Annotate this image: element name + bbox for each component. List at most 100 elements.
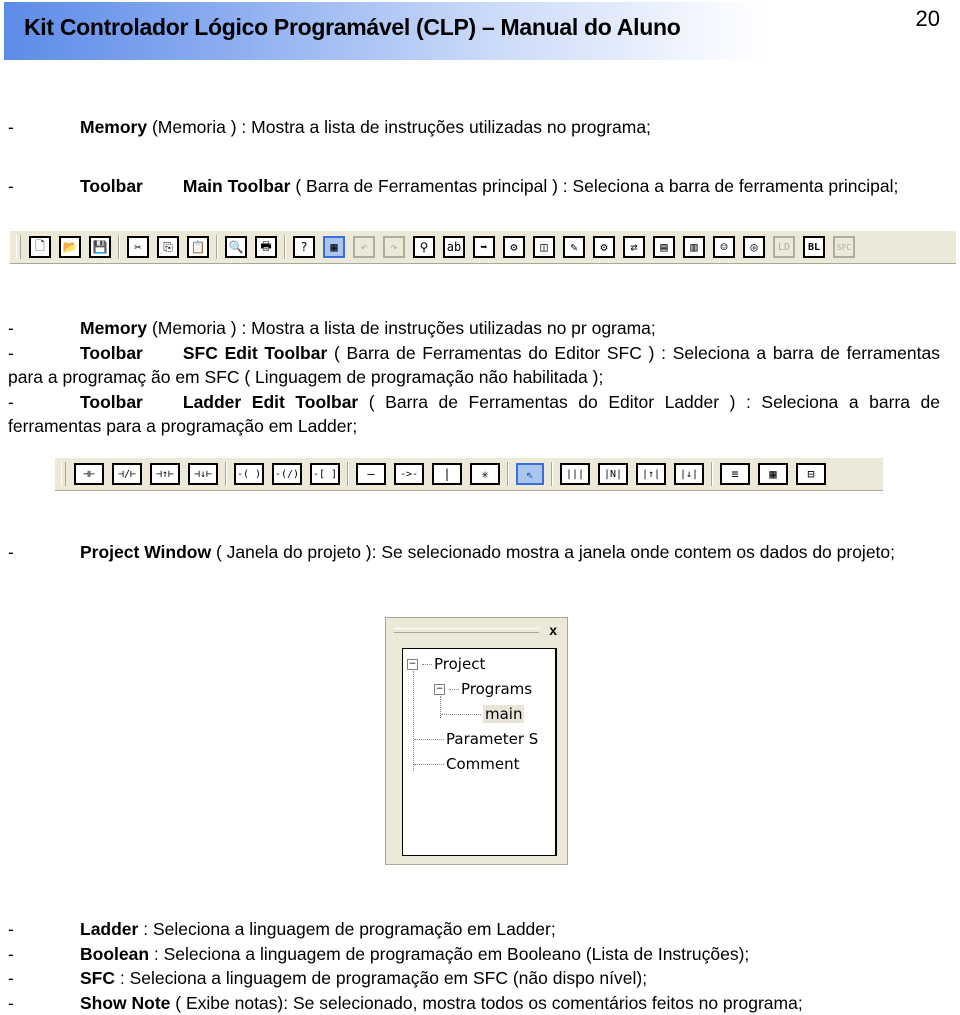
tree-node-main[interactable]: main [441,705,524,723]
panel-grip[interactable] [394,628,539,633]
description: (Memoria ) : Mostra a lista de instruçõe… [147,318,656,338]
term: Ladder [80,919,138,939]
project-view-icon[interactable]: ▦ [323,236,345,258]
description: (Memoria ) : Mostra a lista de instruçõe… [147,117,651,137]
vertical-line-icon[interactable]: | [432,463,462,485]
monitor-icon[interactable]: ▤ [653,236,675,258]
insert-rung-icon[interactable]: ≡ [720,463,750,485]
subterm: SFC Edit Toolbar [183,343,327,363]
print-icon[interactable]: 🖶 [255,236,277,258]
item-group-toolbars: -Memory (Memoria ) : Mostra a lista de i… [8,316,940,439]
boolean-mode-button[interactable]: BL [803,236,825,258]
description: ( Janela do projeto ): Se selecionado mo… [211,542,895,562]
collapse-icon[interactable]: − [434,684,445,695]
bullet-dash: - [8,390,80,415]
panel-titlebar[interactable]: x [386,618,567,646]
find-icon[interactable]: ⚲ [413,236,435,258]
description: : Seleciona a linguagem de programação e… [149,944,749,964]
toolbar-grip[interactable] [16,235,21,259]
bullet-dash: - [8,341,80,366]
replace-icon[interactable]: ab [443,236,465,258]
term: Project Window [80,542,211,562]
tree-node-parameter[interactable]: Parameter S [414,730,538,748]
io-monitor-icon[interactable]: ▥ [683,236,705,258]
toolbar-grip[interactable] [61,462,66,486]
item-sfc: -SFC : Seleciona a linguagem de programa… [8,966,940,991]
bullet-dash: - [8,316,80,341]
cut-icon[interactable]: ✂ [127,236,149,258]
negative-edge-contact-icon[interactable]: ⊣↓⊢ [188,463,218,485]
item-main-toolbar: -ToolbarMain Toolbar ( Barra de Ferramen… [8,174,940,199]
item-show-note: -Show Note ( Exibe notas): Se selecionad… [8,991,940,1015]
description: : Seleciona a linguagem de programação e… [115,968,647,988]
tree-label: Programs [461,680,532,698]
redo-icon[interactable]: ↷ [383,236,405,258]
output-coil-icon[interactable]: -( ) [234,463,264,485]
description: ( Barra de Ferramentas do Editor SFC ) :… [8,343,940,388]
toolbar-separator [216,235,218,259]
goto-arrow-icon[interactable]: ➡ [473,236,495,258]
new-file-icon[interactable]: 🗋 [29,236,51,258]
item-boolean: -Boolean : Seleciona a linguagem de prog… [8,942,940,967]
open-folder-icon[interactable]: 📂 [59,236,81,258]
normally-closed-contact-icon[interactable]: ⊣/⊢ [112,463,142,485]
normally-open-contact-icon[interactable]: ⊣⊢ [74,463,104,485]
parallel-nc-contact-icon[interactable]: |N| [598,463,628,485]
tree-label: main [483,705,524,723]
tree-label: Comment [446,755,520,773]
item-sfc-toolbar: -ToolbarSFC Edit Toolbar ( Barra de Ferr… [8,341,940,390]
subterm: Ladder Edit Toolbar [183,392,358,412]
toolbar-separator [118,235,120,259]
project-tree: −Project − Programs main Parameter S Comm… [402,648,557,856]
tree-node-programs[interactable]: − Programs [434,680,532,698]
copy-icon[interactable]: ⎘ [157,236,179,258]
insert-row-icon[interactable]: ▦ [758,463,788,485]
description: : Seleciona a linguagem de programação e… [138,919,555,939]
diagnose-icon[interactable]: ◎ [743,236,765,258]
term: Show Note [80,993,170,1013]
undo-icon[interactable]: ↶ [353,236,375,258]
tree-node-project[interactable]: −Project [407,655,485,673]
collapse-icon[interactable]: − [407,659,418,670]
term: Toolbar [80,392,143,412]
delete-vertical-line-icon[interactable]: ✳ [470,463,500,485]
help-icon[interactable]: ? [293,236,315,258]
bullet-dash: - [8,540,80,565]
delete-horizontal-line-icon[interactable]: ->- [394,463,424,485]
item-ladder: -Ladder : Seleciona a linguagem de progr… [8,917,940,942]
project-window-panel: x −Project − Programs main Parameter S Co… [385,617,568,865]
negated-coil-icon[interactable]: -(/) [272,463,302,485]
positive-edge-contact-icon[interactable]: ⊣↑⊢ [150,463,180,485]
delete-row-icon[interactable]: ⊟ [796,463,826,485]
horizontal-line-icon[interactable]: — [356,463,386,485]
communication-icon[interactable]: ⚙ [503,236,525,258]
sfc-mode-button[interactable]: SFC [833,236,855,258]
main-toolbar: 🗋 📂 💾 ✂ ⎘ 📋 🔍 🖶 ? ▦ ↶ ↷ ⚲ ab ➡ ⚙ ◫ ✎ ⚙ ⇄… [10,231,956,264]
function-block-icon[interactable]: -[ ] [310,463,340,485]
subterm: Main Toolbar [183,176,291,196]
toolbar-separator [711,462,713,486]
document-title: Kit Controlador Lógico Programável (CLP)… [24,14,680,41]
transfer-icon[interactable]: ⇄ [623,236,645,258]
select-pointer-icon[interactable]: ⇖ [516,463,544,485]
tree-label: Parameter S [446,730,538,748]
parallel-negative-edge-icon[interactable]: |↓| [674,463,704,485]
paste-icon[interactable]: 📋 [187,236,209,258]
print-preview-icon[interactable]: 🔍 [225,236,247,258]
bullet-dash: - [8,966,80,991]
item-project-window: -Project Window ( Janela do projeto ): S… [8,540,940,565]
ladder-mode-button[interactable]: LD [773,236,795,258]
parallel-no-contact-icon[interactable]: ||| [560,463,590,485]
item-ladder-toolbar: -ToolbarLadder Edit Toolbar ( Barra de F… [8,390,940,439]
description: ( Exibe notas): Se selecionado, mostra t… [170,993,802,1013]
bullet-dash: - [8,115,80,140]
parallel-positive-edge-icon[interactable]: |↑| [636,463,666,485]
compile-icon[interactable]: ⚙ [593,236,615,258]
save-icon[interactable]: 💾 [89,236,111,258]
edit-icon[interactable]: ✎ [563,236,585,258]
book-icon[interactable]: ◫ [533,236,555,258]
simulator-icon[interactable]: ☺ [713,236,735,258]
term: SFC [80,968,115,988]
close-icon[interactable]: x [549,622,557,638]
tree-node-comment[interactable]: Comment [414,755,520,773]
